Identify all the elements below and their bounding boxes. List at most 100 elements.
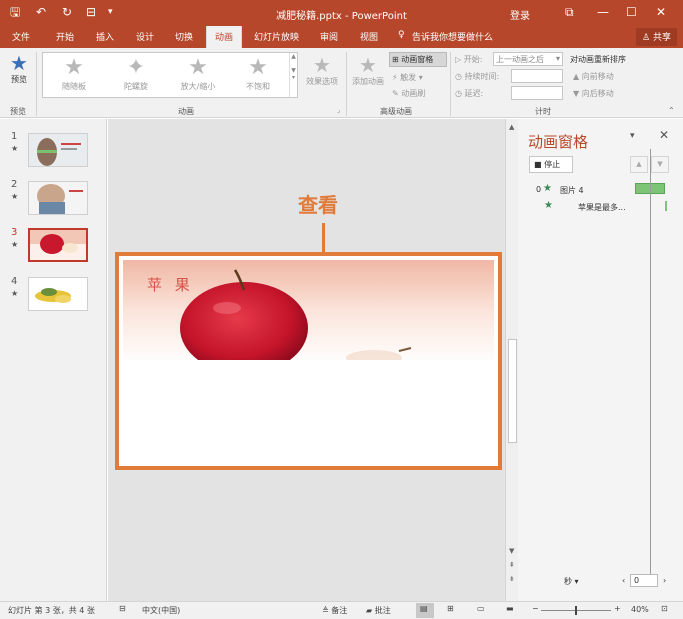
divider	[36, 52, 37, 116]
slide-thumbnail-4[interactable]	[28, 277, 88, 311]
share-button[interactable]: ♙ 共享	[636, 28, 677, 46]
previous-slide-icon[interactable]: ⇞	[509, 561, 515, 569]
normal-view-button[interactable]: ▤	[416, 603, 434, 618]
move-up-button[interactable]: ▲	[630, 156, 648, 173]
language-indicator[interactable]: 中文(中国)	[142, 605, 180, 616]
timeline-zoom[interactable]: 0	[630, 574, 658, 587]
slide-thumbnail-1[interactable]	[28, 133, 88, 167]
scroll-thumb[interactable]	[508, 339, 517, 443]
close-icon[interactable]: ✕	[659, 128, 669, 142]
comment-icon: ▰	[366, 606, 373, 615]
ribbon-tabs: 文件 开始 插入 设计 切换 动画 幻灯片放映 审阅 视图 ♀ 告诉我你想要做什…	[0, 26, 683, 48]
tab-transitions[interactable]: 切换	[175, 30, 193, 43]
scroll-down-icon[interactable]: ▼	[509, 547, 514, 555]
move-later-button[interactable]: ▼ 向后移动	[573, 88, 614, 99]
login-link[interactable]: 登录	[510, 7, 530, 22]
slide-thumbnail-2[interactable]	[28, 181, 88, 215]
reading-view-icon[interactable]: ▭	[477, 604, 485, 613]
effect-spin[interactable]: ✦ 陀螺旋	[107, 55, 165, 92]
animation-pane-button[interactable]: ⊞ 动画窗格	[389, 52, 447, 67]
zoom-slider-thumb[interactable]	[575, 606, 577, 615]
group-label-animation: 动画	[178, 107, 194, 116]
minimize-button[interactable]: —	[597, 5, 609, 19]
zoom-level[interactable]: 40%	[631, 605, 649, 614]
maximize-button[interactable]: ☐	[626, 5, 637, 19]
star-icon: ✦	[126, 55, 146, 80]
collapse-ribbon-icon[interactable]: ⌃	[668, 106, 675, 115]
animation-painter-button[interactable]: ✎ 动画刷	[392, 88, 425, 99]
tellme-box[interactable]: 告诉我你想要做什么	[412, 30, 493, 43]
entrance-star-icon: ★	[543, 183, 552, 194]
preview-button[interactable]: ★ 预览	[6, 52, 32, 85]
animation-star-icon: ★	[11, 240, 19, 249]
tab-design[interactable]: 设计	[136, 30, 154, 43]
timeline-bar[interactable]	[665, 201, 667, 211]
tab-animations[interactable]: 动画	[206, 26, 243, 48]
gallery-scrollbar[interactable]: ▲ ▼ ▾	[289, 53, 297, 97]
close-button[interactable]: ✕	[656, 5, 666, 19]
reorder-label: 对动画重新排序	[570, 55, 626, 64]
animation-star-icon: ★	[11, 192, 19, 201]
start-label: ▷ 开始:	[455, 55, 483, 64]
star-icon: ★	[64, 55, 84, 80]
canvas-scrollbar[interactable]: ▲ ▼ ⇞ ⇟	[505, 119, 518, 601]
stop-button[interactable]: ■ 停止	[529, 156, 573, 173]
timeline-left-icon[interactable]: ‹	[622, 576, 625, 585]
animation-star-icon: ★	[11, 144, 19, 153]
animation-gallery: ★ 随随板 ✦ 陀螺旋 ★ 放大/缩小 ★ 不饱和 ▲ ▼ ▾	[42, 52, 298, 98]
timeline-right-icon[interactable]: ›	[663, 576, 666, 585]
window-title: 减肥秘籍.pptx - PowerPoint	[276, 11, 407, 22]
effect-desaturate[interactable]: ★ 不饱和	[229, 55, 287, 92]
duration-label: ◷ 持续时间:	[455, 72, 500, 81]
anim-item-number: 0	[536, 185, 542, 194]
dialog-launcher-icon[interactable]: ⌟	[337, 106, 340, 114]
next-slide-icon[interactable]: ⇟	[509, 575, 515, 583]
delay-label: ◷ 延迟:	[455, 89, 484, 98]
start-select[interactable]: 上一动画之后 ▾	[493, 52, 563, 66]
slideshow-icon[interactable]: ▬	[506, 604, 514, 613]
move-down-button[interactable]: ▼	[651, 156, 669, 173]
tab-review[interactable]: 审阅	[320, 30, 338, 43]
ribbon-display-icon[interactable]: ⧉	[565, 5, 574, 20]
slide-editing-area: 查看 苹 果	[108, 119, 505, 601]
zoom-out-icon[interactable]: −	[532, 604, 539, 613]
comments-button[interactable]: ▰ 批注	[366, 605, 391, 616]
slide-thumbnail-3[interactable]	[28, 228, 88, 262]
pane-options-icon[interactable]: ▾	[630, 131, 635, 141]
effect-grow-shrink[interactable]: ★ 放大/缩小	[169, 55, 227, 92]
tab-home[interactable]: 开始	[56, 30, 74, 43]
current-slide[interactable]: 苹 果	[115, 252, 502, 470]
star-icon: ★	[188, 55, 208, 80]
anim-item-label[interactable]: 苹果是最多...	[578, 202, 626, 213]
notes-button[interactable]: ≜ 备注	[322, 605, 347, 616]
title-bar: 🖫 ↶ ↻ ⊟ ▾ 减肥秘籍.pptx - PowerPoint 登录 ⧉ — …	[0, 0, 683, 26]
slide-title-text[interactable]: 苹 果	[147, 274, 194, 295]
move-earlier-button[interactable]: ▲ 向前移动	[573, 71, 614, 82]
notes-icon: ≜	[322, 606, 329, 615]
tab-file[interactable]: 文件	[12, 30, 30, 43]
slide-number: 1	[11, 131, 18, 142]
star-icon: ★	[248, 55, 268, 80]
divider	[450, 52, 451, 116]
scroll-up-icon[interactable]: ▲	[509, 123, 514, 131]
thumbnail-image	[29, 134, 87, 166]
trigger-button[interactable]: ⚡ 触发 ▾	[392, 72, 423, 83]
slide-number: 2	[11, 179, 18, 190]
fit-to-window-icon[interactable]: ⊡	[661, 604, 668, 613]
effect-options-button[interactable]: ★ 效果选项	[302, 54, 342, 87]
add-animation-button[interactable]: ★ 添加动画	[350, 54, 386, 87]
pane-title: 动画窗格	[528, 133, 589, 151]
zoom-in-icon[interactable]: +	[614, 604, 621, 613]
tab-slideshow[interactable]: 幻灯片放映	[254, 30, 299, 43]
effect-swivel[interactable]: ★ 随随板	[45, 55, 103, 92]
slide-sorter-icon[interactable]: ⊞	[447, 604, 454, 613]
seconds-dropdown[interactable]: 秒 ▾	[564, 576, 579, 587]
anim-item-label[interactable]: 图片 4	[560, 185, 584, 196]
tab-view[interactable]: 视图	[360, 30, 378, 43]
duration-input[interactable]	[511, 69, 563, 83]
delay-input[interactable]	[511, 86, 563, 100]
tab-insert[interactable]: 插入	[96, 30, 114, 43]
spellcheck-icon[interactable]: ⊟	[119, 604, 126, 613]
group-label-preview: 预览	[10, 107, 26, 116]
slide-thumbnail-pane: 1 ★ 2 ★ 3 ★ 4 ★	[0, 119, 107, 601]
